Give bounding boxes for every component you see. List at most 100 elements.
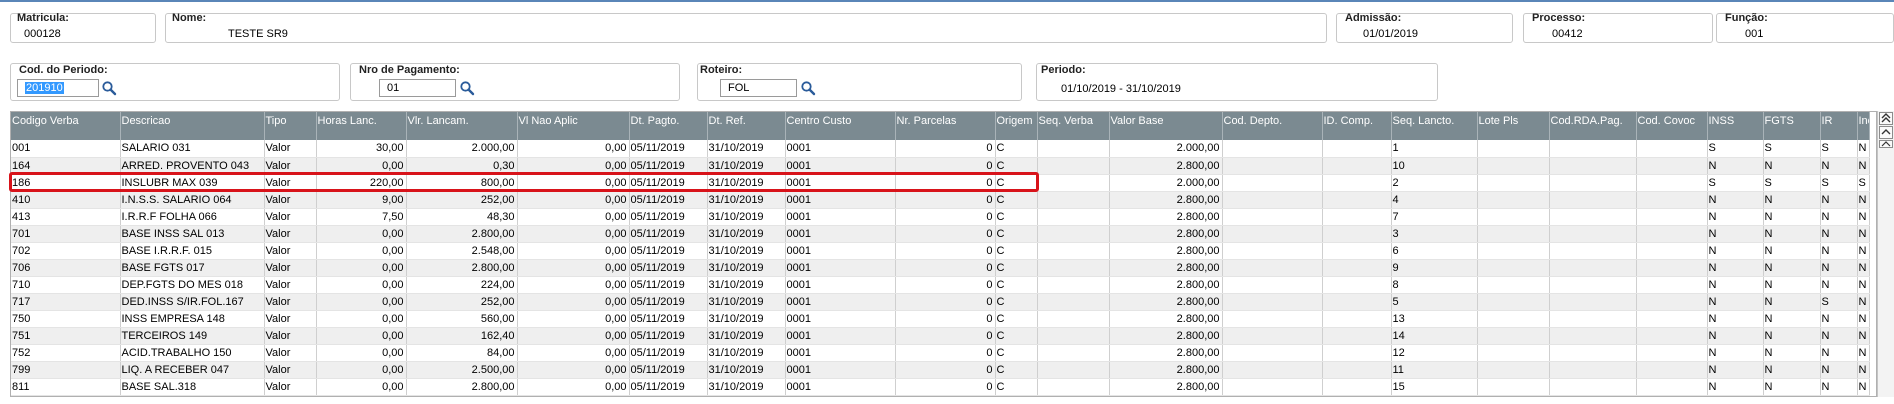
table-cell: N xyxy=(1707,191,1764,209)
table-row[interactable]: 702 BASE I.R.R.F. 015 Valor 0,00 2.548,00 0,0… xyxy=(11,242,1870,260)
column-header[interactable]: Seq. Verba xyxy=(1037,112,1110,140)
table-cell: 410 xyxy=(11,191,121,209)
column-header[interactable]: Seq. Lancto. xyxy=(1391,112,1478,140)
table-cell: 13 xyxy=(1391,310,1478,328)
table-row[interactable]: 706 BASE FGTS 017 Valor 0,00 2.800,00 0,00 05/… xyxy=(11,259,1870,277)
cod-periodo-input[interactable]: 201910 xyxy=(17,79,99,97)
table-cell: 2.800,00 xyxy=(406,378,518,396)
lancamentos-grid[interactable]: Codigo Verba Descricao Tipo Horas Lanc. Vlr.… xyxy=(10,111,1877,397)
table-cell xyxy=(1477,361,1550,379)
table-cell: 0001 xyxy=(785,310,896,328)
table-row[interactable]: 751 TERCEIROS 149 Valor 0,00 162,40 0,00 05/11… xyxy=(11,327,1870,345)
column-header[interactable]: Vl Nao Aplic xyxy=(517,112,630,140)
table-row[interactable]: 701 BASE INSS SAL 013 Valor 0,00 2.800,00 0,0… xyxy=(11,225,1870,243)
column-header[interactable]: Tipo xyxy=(264,112,317,140)
table-row[interactable]: 001 SALARIO 031 Valor 30,00 2.000,00 0,00 05/1… xyxy=(11,140,1870,158)
table-cell: N xyxy=(1763,293,1821,311)
table-cell: 0,00 xyxy=(517,310,630,328)
table-row[interactable]: 710 DEP.FGTS DO MES 018 Valor 0,00 224,00 0,0… xyxy=(11,276,1870,294)
table-cell xyxy=(1222,378,1323,396)
column-header[interactable]: Cod. Covoc xyxy=(1636,112,1708,140)
matricula-field[interactable]: Matricula: 000128 xyxy=(10,12,156,43)
table-cell xyxy=(1322,242,1392,260)
grid-scrollbar[interactable] xyxy=(1877,111,1894,397)
table-cell: N xyxy=(1857,242,1870,260)
table-row[interactable]: 410 I.N.S.S. SALARIO 064 Valor 9,00 252,00 0,… xyxy=(11,191,1870,209)
admissao-field[interactable]: Admissão: 01/01/2019 xyxy=(1336,12,1513,43)
column-header[interactable]: Horas Lanc. xyxy=(316,112,407,140)
double-chevron-up-icon[interactable] xyxy=(1879,112,1893,125)
scrollbar-top-arrow[interactable] xyxy=(1879,140,1893,148)
table-cell xyxy=(1549,140,1637,158)
column-header[interactable]: INSS xyxy=(1707,112,1764,140)
table-cell: 560,00 xyxy=(406,310,518,328)
column-header[interactable]: Lote Pls xyxy=(1477,112,1550,140)
column-header[interactable]: Origem xyxy=(995,112,1038,140)
table-cell: BASE FGTS 017 xyxy=(120,259,265,277)
table-row[interactable]: 750 INSS EMPRESA 148 Valor 0,00 560,00 0,00 05… xyxy=(11,310,1870,328)
column-header[interactable]: Vlr. Lancam. xyxy=(406,112,518,140)
table-cell: INSLUBR MAX 039 xyxy=(120,174,265,192)
table-cell xyxy=(1477,225,1550,243)
processo-field[interactable]: Processo: 00412 xyxy=(1523,12,1713,43)
table-cell: 2.500,00 xyxy=(406,361,518,379)
table-cell: 05/11/2019 xyxy=(629,157,708,175)
table-cell: N xyxy=(1857,276,1870,294)
nro-pagamento-input[interactable]: 01 xyxy=(379,79,456,97)
column-header[interactable]: Dt. Ref. xyxy=(707,112,786,140)
magnifier-icon[interactable] xyxy=(800,80,816,96)
magnifier-icon[interactable] xyxy=(459,80,475,96)
column-header[interactable]: Nr. Parcelas xyxy=(895,112,996,140)
funcao-field[interactable]: Função: 001 xyxy=(1716,12,1894,43)
nome-field[interactable]: Nome: TESTE SR9 xyxy=(165,12,1327,43)
funcao-value: 001 xyxy=(1745,28,1764,40)
column-header[interactable]: Codigo Verba xyxy=(11,112,121,140)
table-cell: C xyxy=(995,259,1038,277)
table-cell: Valor xyxy=(264,242,317,260)
table-row[interactable]: 413 I.R.R.F FOLHA 066 Valor 7,50 48,30 0,00 05… xyxy=(11,208,1870,226)
table-cell xyxy=(1222,276,1323,294)
table-row[interactable]: 164 ARRED. PROVENTO 043 Valor 0,00 0,30 0,00 0… xyxy=(11,157,1870,175)
table-cell: 0,00 xyxy=(316,361,407,379)
table-cell: 2.800,00 xyxy=(1109,242,1223,260)
table-cell: 0001 xyxy=(785,276,896,294)
roteiro-input[interactable]: FOL xyxy=(720,79,797,97)
table-cell: N xyxy=(1763,191,1821,209)
column-header[interactable]: FGTS xyxy=(1763,112,1821,140)
table-cell: 799 xyxy=(11,361,121,379)
table-cell: 31/10/2019 xyxy=(707,242,786,260)
column-header[interactable]: IR xyxy=(1820,112,1858,140)
table-cell: 0,30 xyxy=(406,157,518,175)
table-cell xyxy=(1322,327,1392,345)
table-cell: 751 xyxy=(11,327,121,345)
column-header[interactable]: Valor Base xyxy=(1109,112,1223,140)
table-row[interactable]: 799 LIQ. A RECEBER 047 Valor 0,00 2.500,00 0,… xyxy=(11,361,1870,379)
magnifier-icon[interactable] xyxy=(101,80,117,96)
table-row[interactable]: 811 BASE SAL.318 Valor 0,00 2.800,00 0,00 05/1… xyxy=(11,378,1870,396)
table-cell xyxy=(1636,174,1708,192)
table-cell: S xyxy=(1820,140,1858,158)
table-cell: 0001 xyxy=(785,378,896,396)
table-cell: 702 xyxy=(11,242,121,260)
column-header[interactable]: Dt. Pagto. xyxy=(629,112,708,140)
column-header[interactable]: ID. Comp. xyxy=(1322,112,1392,140)
chevron-up-icon[interactable] xyxy=(1879,126,1893,139)
table-cell xyxy=(1549,276,1637,294)
table-row[interactable]: 717 DED.INSS S/IR.FOL.167 Valor 0,00 252,00 0… xyxy=(11,293,1870,311)
table-cell xyxy=(1477,259,1550,277)
table-row[interactable]: 186 INSLUBR MAX 039 Valor 220,00 800,00 0,00 0… xyxy=(11,174,1870,192)
column-header[interactable]: Cod. Depto. xyxy=(1222,112,1323,140)
column-header[interactable]: Cod.RDA.Pag. xyxy=(1549,112,1637,140)
table-cell: 0001 xyxy=(785,259,896,277)
table-cell: 2.000,00 xyxy=(406,140,518,158)
table-cell: N xyxy=(1857,361,1870,379)
column-header[interactable]: Inc xyxy=(1857,112,1870,140)
table-cell: Valor xyxy=(264,191,317,209)
column-header[interactable]: Descricao xyxy=(120,112,265,140)
table-cell: 15 xyxy=(1391,378,1478,396)
table-cell: 9 xyxy=(1391,259,1478,277)
table-cell xyxy=(1222,191,1323,209)
column-header[interactable]: Centro Custo xyxy=(785,112,896,140)
funcao-label: Função: xyxy=(1725,12,1768,24)
table-row[interactable]: 752 ACID.TRABALHO 150 Valor 0,00 84,00 0,00 05… xyxy=(11,344,1870,362)
